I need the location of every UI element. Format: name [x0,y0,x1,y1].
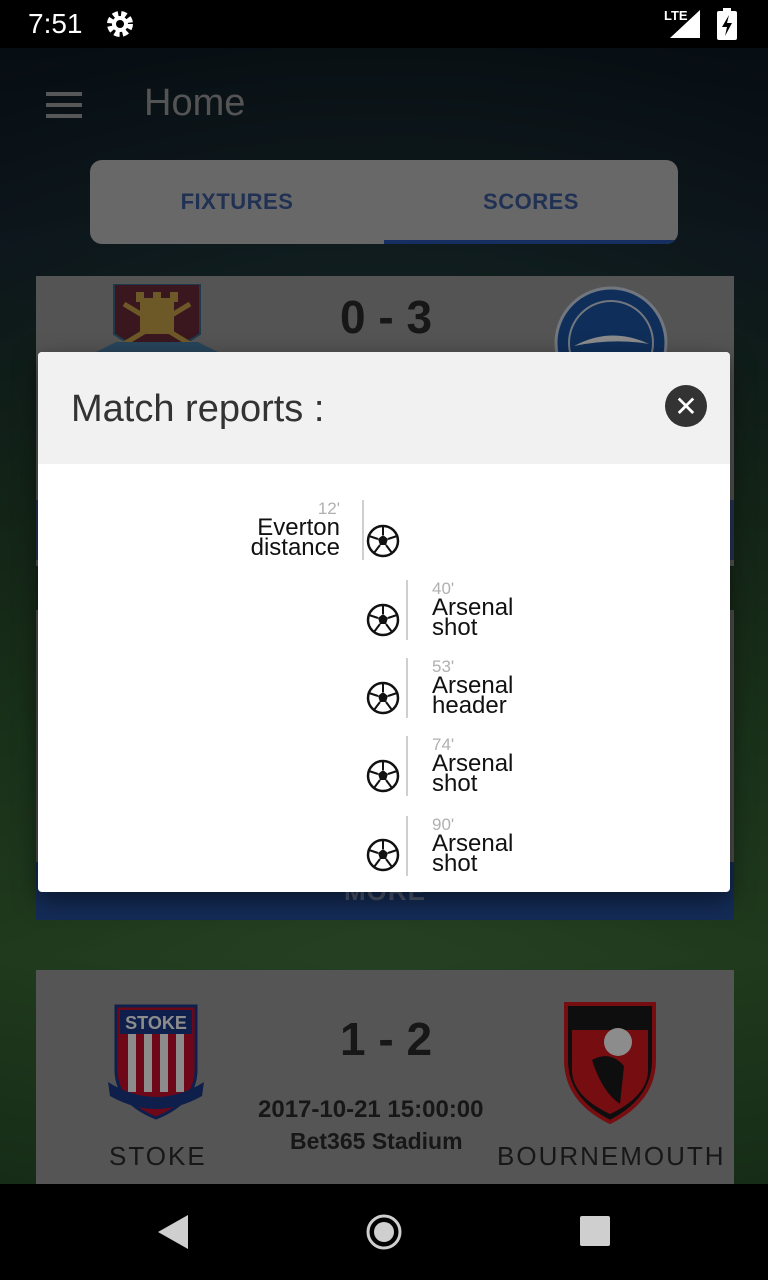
football-icon [366,524,400,558]
football-icon [366,681,400,715]
timeline-event: 90' Arsenal shot [432,816,513,877]
status-time: 7:51 [28,8,83,39]
football-icon [366,759,400,793]
event-type: header [432,692,507,719]
timeline-divider [406,580,408,640]
home-icon[interactable] [366,1214,402,1250]
timeline-divider [406,658,408,718]
event-type: shot [432,850,478,877]
signal-icon [670,10,700,38]
recent-apps-icon[interactable] [580,1216,610,1246]
gear-icon [107,11,133,37]
back-icon[interactable] [158,1215,188,1249]
dialog-header: Match reports : ✕ [38,352,730,464]
timeline-divider [406,816,408,876]
close-icon: ✕ [674,390,698,422]
event-type: shot [432,614,478,641]
timeline-event: 74' Arsenal shot [432,736,513,797]
event-type: shot [432,770,478,797]
status-bar: 7:51 LTE [0,0,768,48]
timeline-divider [406,736,408,796]
timeline-divider [362,500,364,560]
event-type: distance [250,534,340,561]
close-button[interactable]: ✕ [665,385,707,427]
battery-icon [717,8,737,40]
dialog-title: Match reports : [71,388,325,430]
timeline-event: 53' Arsenal header [432,658,513,719]
football-icon [366,838,400,872]
timeline-event: 40' Arsenal shot [432,580,513,641]
timeline-event: 12' Everton distance [250,500,340,561]
football-icon [366,603,400,637]
match-reports-dialog: Match reports : ✕ 12' Everton distance 4… [38,352,730,892]
